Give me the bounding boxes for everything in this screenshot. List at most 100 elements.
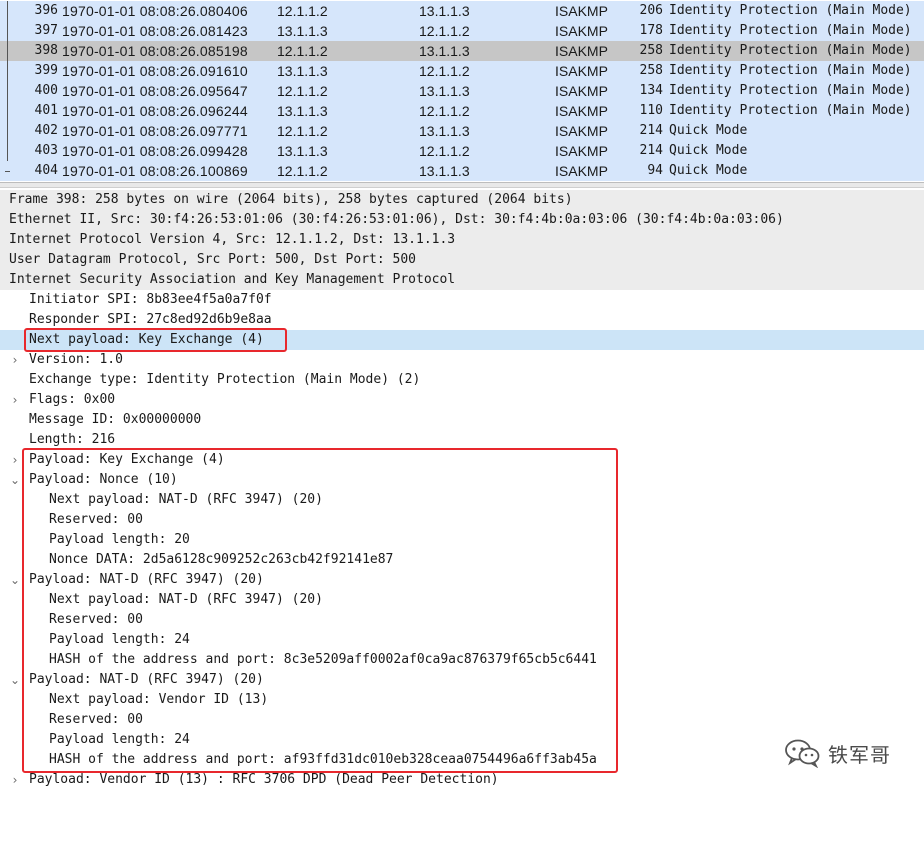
packet-destination: 12.1.1.2: [419, 63, 470, 79]
packet-destination: 12.1.1.2: [419, 23, 470, 39]
packet-no: 402: [34, 123, 58, 138]
packet-destination: 13.1.1.3: [419, 83, 470, 99]
packet-destination: 13.1.1.3: [419, 163, 470, 179]
packet-info: Identity Protection (Main Mode): [669, 103, 912, 118]
packet-destination: 12.1.1.2: [419, 103, 470, 119]
packet-protocol: ISAKMP: [555, 63, 608, 79]
packet-no: 400: [34, 83, 58, 98]
tree-item-udp[interactable]: User Datagram Protocol, Src Port: 500, D…: [0, 250, 924, 270]
tree-item-exchange-type[interactable]: Exchange type: Identity Protection (Main…: [0, 370, 924, 390]
wechat-icon: [785, 739, 820, 768]
annotation-box-next-payload: [24, 328, 287, 352]
packet-protocol: ISAKMP: [555, 23, 608, 39]
packet-row[interactable]: 402 1970-01-01 08:08:26.097771 12.1.1.2 …: [0, 121, 924, 141]
packet-row[interactable]: 403 1970-01-01 08:08:26.099428 13.1.1.3 …: [0, 141, 924, 161]
expand-arrow-icon[interactable]: ›: [9, 350, 21, 370]
packet-length: 206: [639, 3, 663, 18]
packet-info: Identity Protection (Main Mode): [669, 83, 912, 98]
collapse-arrow-icon[interactable]: ⌄: [9, 470, 21, 490]
packet-time: 1970-01-01 08:08:26.085198: [62, 43, 248, 59]
tree-item-length[interactable]: Length: 216: [0, 430, 924, 450]
expand-arrow-icon[interactable]: ›: [9, 770, 21, 790]
tree-item-initiator-spi[interactable]: Initiator SPI: 8b83ee4f5a0a7f0f: [0, 290, 924, 310]
packet-time: 1970-01-01 08:08:26.080406: [62, 3, 248, 19]
packet-protocol: ISAKMP: [555, 83, 608, 99]
packet-row[interactable]: 396 1970-01-01 08:08:26.080406 12.1.1.2 …: [0, 1, 924, 21]
packet-row[interactable]: 397 1970-01-01 08:08:26.081423 13.1.1.3 …: [0, 21, 924, 41]
packet-no: 397: [34, 23, 58, 38]
tree-item-label: Internet Protocol Version 4, Src: 12.1.1…: [9, 232, 456, 247]
packet-length: 214: [639, 123, 663, 138]
packet-length: 258: [639, 43, 663, 58]
tree-item-isakmp[interactable]: Internet Security Association and Key Ma…: [0, 270, 924, 290]
packet-info: Identity Protection (Main Mode): [669, 43, 912, 58]
packet-source: 13.1.1.3: [277, 23, 328, 39]
tree-item-ip[interactable]: Internet Protocol Version 4, Src: 12.1.1…: [0, 230, 924, 250]
packet-no: 403: [34, 143, 58, 158]
packet-protocol: ISAKMP: [555, 3, 608, 19]
packet-length: 258: [639, 63, 663, 78]
tree-item-version[interactable]: › Version: 1.0: [0, 350, 924, 370]
tree-item-payload-vendor-id[interactable]: › Payload: Vendor ID (13) : RFC 3706 DPD…: [0, 770, 924, 790]
tree-item-label: Version: 1.0: [29, 352, 123, 367]
packet-info: Identity Protection (Main Mode): [669, 3, 912, 18]
annotation-box-payloads: [22, 448, 618, 773]
packet-length: 134: [639, 83, 663, 98]
packet-destination: 13.1.1.3: [419, 123, 470, 139]
tree-item-label: Exchange type: Identity Protection (Main…: [29, 372, 421, 387]
packet-source: 13.1.1.3: [277, 63, 328, 79]
packet-row[interactable]: 404 1970-01-01 08:08:26.100869 12.1.1.2 …: [0, 161, 924, 181]
packet-source: 12.1.1.2: [277, 163, 328, 179]
tree-item-label: Internet Security Association and Key Ma…: [9, 272, 456, 287]
packet-protocol: ISAKMP: [555, 43, 608, 59]
packet-no: 401: [34, 103, 58, 118]
packet-no: 404: [34, 163, 58, 178]
packet-length: 214: [639, 143, 663, 158]
packet-protocol: ISAKMP: [555, 163, 608, 179]
packet-info: Quick Mode: [669, 123, 748, 138]
tree-item-frame[interactable]: Frame 398: 258 bytes on wire (2064 bits)…: [0, 190, 924, 210]
packet-destination: 13.1.1.3: [419, 43, 470, 59]
tree-item-flags[interactable]: › Flags: 0x00: [0, 390, 924, 410]
packet-destination: 12.1.1.2: [419, 143, 470, 159]
packet-no: 396: [34, 3, 58, 18]
collapse-arrow-icon[interactable]: ⌄: [9, 570, 21, 590]
tree-item-label: Message ID: 0x00000000: [29, 412, 202, 427]
tree-item-label: Responder SPI: 27c8ed92d6b9e8aa: [29, 312, 272, 327]
tree-item-ethernet[interactable]: Ethernet II, Src: 30:f4:26:53:01:06 (30:…: [0, 210, 924, 230]
packet-info: Quick Mode: [669, 163, 748, 178]
packet-length: 94: [647, 163, 663, 178]
packet-length: 178: [639, 23, 663, 38]
packet-source: 13.1.1.3: [277, 103, 328, 119]
packet-protocol: ISAKMP: [555, 103, 608, 119]
packet-no: 399: [34, 63, 58, 78]
watermark-text: 铁军哥: [828, 742, 891, 767]
packet-row[interactable]: 400 1970-01-01 08:08:26.095647 12.1.1.2 …: [0, 81, 924, 101]
packet-row[interactable]: 399 1970-01-01 08:08:26.091610 13.1.1.3 …: [0, 61, 924, 81]
packet-time: 1970-01-01 08:08:26.100869: [62, 163, 248, 179]
packet-row-selected[interactable]: 398 1970-01-01 08:08:26.085198 12.1.1.2 …: [0, 41, 924, 61]
tree-item-label: Ethernet II, Src: 30:f4:26:53:01:06 (30:…: [9, 212, 784, 227]
packet-info: Identity Protection (Main Mode): [669, 63, 912, 78]
packet-protocol: ISAKMP: [555, 143, 608, 159]
packet-protocol: ISAKMP: [555, 123, 608, 139]
expand-arrow-icon[interactable]: ›: [9, 390, 21, 410]
packet-info: Quick Mode: [669, 143, 748, 158]
expand-arrow-icon[interactable]: ›: [9, 450, 21, 470]
pane-splitter[interactable]: [0, 182, 924, 188]
collapse-arrow-icon[interactable]: ⌄: [9, 670, 21, 690]
packet-list: 396 1970-01-01 08:08:26.080406 12.1.1.2 …: [0, 0, 924, 182]
tree-item-message-id[interactable]: Message ID: 0x00000000: [0, 410, 924, 430]
packet-time: 1970-01-01 08:08:26.097771: [62, 123, 248, 139]
packet-source: 12.1.1.2: [277, 83, 328, 99]
packet-no: 398: [34, 43, 58, 58]
packet-source: 12.1.1.2: [277, 123, 328, 139]
watermark: 铁军哥: [784, 738, 891, 768]
packet-row[interactable]: 401 1970-01-01 08:08:26.096244 13.1.1.3 …: [0, 101, 924, 121]
packet-source: 12.1.1.2: [277, 3, 328, 19]
packet-time: 1970-01-01 08:08:26.095647: [62, 83, 248, 99]
tree-item-responder-spi[interactable]: Responder SPI: 27c8ed92d6b9e8aa: [0, 310, 924, 330]
packet-info: Identity Protection (Main Mode): [669, 23, 912, 38]
packet-destination: 13.1.1.3: [419, 3, 470, 19]
tree-item-label: Payload: Vendor ID (13) : RFC 3706 DPD (…: [29, 772, 499, 787]
